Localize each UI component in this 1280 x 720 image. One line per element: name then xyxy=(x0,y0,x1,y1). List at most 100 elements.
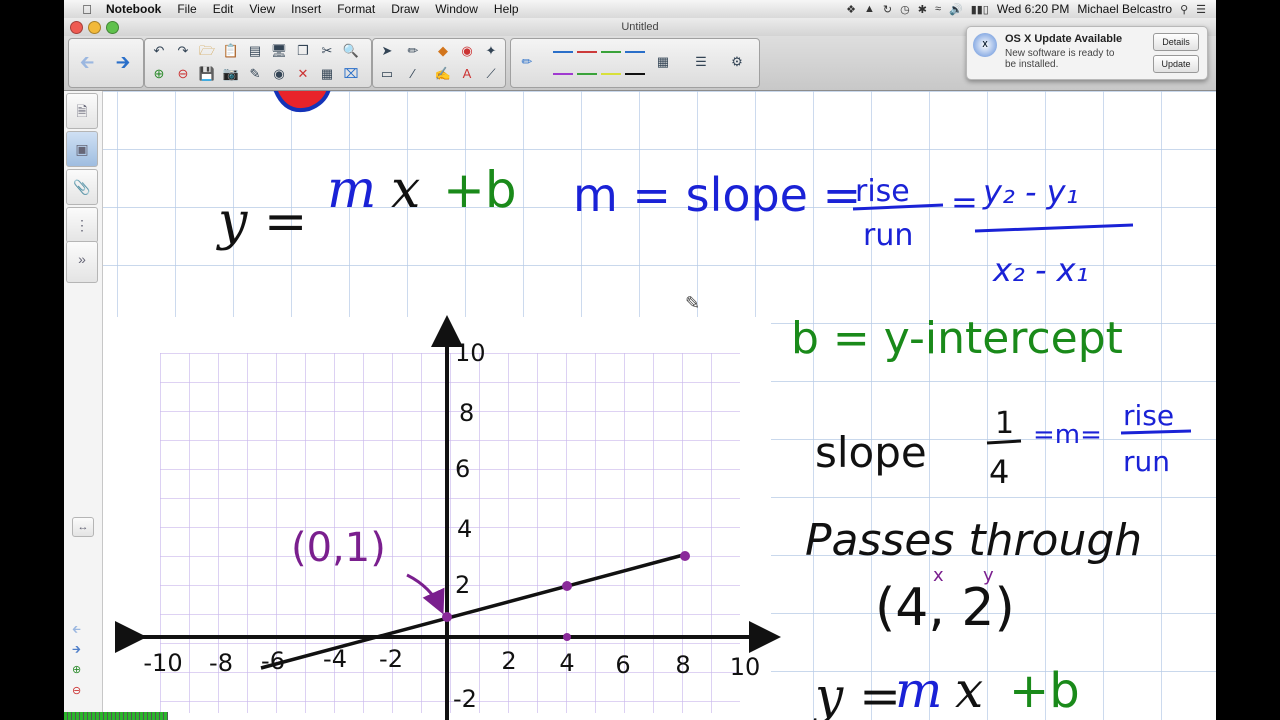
magic-pen-icon[interactable]: ✦ xyxy=(481,41,501,61)
shapes-icon[interactable]: ◆ xyxy=(433,41,453,61)
apple-icon[interactable]:  xyxy=(76,2,98,17)
add-page-side-icon[interactable]: ⊕ xyxy=(72,663,81,676)
spotlight-search-icon[interactable]: ⚲ xyxy=(1180,3,1188,16)
attachments-icon[interactable]: 📎 xyxy=(66,169,98,205)
slope-numerator: 1 xyxy=(995,406,1014,441)
pen-preset-green-2[interactable] xyxy=(577,73,597,75)
open-folder-icon[interactable]: 🗁 xyxy=(197,41,217,61)
sync-icon[interactable]: ↻ xyxy=(883,3,892,16)
slope-word: slope xyxy=(815,428,927,477)
spotlight-icon[interactable]: ◉ xyxy=(269,64,289,84)
camera-icon[interactable]: 📷 xyxy=(221,64,241,84)
drive-icon[interactable]: ▲ xyxy=(864,3,875,15)
rise-run-bar-2 xyxy=(1120,429,1192,435)
line-icon[interactable]: ∕ xyxy=(403,64,423,84)
gallery-icon[interactable]: ▣ xyxy=(66,131,98,167)
creative-pen-icon[interactable]: ✍ xyxy=(433,64,453,84)
zoom-window-icon[interactable] xyxy=(106,21,119,34)
intercept-definition: b = y-intercept xyxy=(791,313,1123,364)
pen-preset-green[interactable] xyxy=(601,51,621,53)
pen-styles-group: ✏ ▦ ☰ ⚙ xyxy=(510,38,760,88)
select-arrow-icon[interactable]: ➤ xyxy=(377,41,397,61)
pen-preset-purple[interactable] xyxy=(553,73,573,75)
forward-arrow-icon[interactable]: 🡲 xyxy=(113,52,133,72)
close-window-icon[interactable] xyxy=(70,21,83,34)
menu-insert[interactable]: Insert xyxy=(283,2,329,16)
menu-draw[interactable]: Draw xyxy=(383,2,427,16)
fullscreen-icon[interactable]: ⌧ xyxy=(341,64,361,84)
prev-page-icon[interactable]: 🡰 xyxy=(72,621,81,640)
color-palette-icon[interactable]: ▦ xyxy=(653,52,673,72)
eraser-icon[interactable]: ▭ xyxy=(377,64,397,84)
menu-window[interactable]: Window xyxy=(427,2,486,16)
properties-icon[interactable]: ⚙ xyxy=(727,52,747,72)
side-panel: 🗎 ▣ 📎 ⋮ » ↔ 🡰 🡲 ⊕ ⊖ xyxy=(64,91,103,720)
menu-view[interactable]: View xyxy=(241,2,283,16)
line-style-icon[interactable]: ☰ xyxy=(691,52,711,72)
menu-file[interactable]: File xyxy=(169,2,204,16)
status-tray: ❖ ▲ ↻ ◷ ✱ ≈ 🔊 ▮▮▯ Wed 6:20 PM Michael Be… xyxy=(846,2,1216,16)
redo-icon[interactable]: ↷ xyxy=(173,41,193,61)
pen-style-icon[interactable]: ✏ xyxy=(517,52,537,72)
pen-preset-blue[interactable] xyxy=(553,51,573,53)
equation-x: x xyxy=(391,160,420,220)
dropbox-icon[interactable]: ❖ xyxy=(846,3,856,16)
x-tick-label: 2 xyxy=(501,647,516,675)
screen-capture-icon[interactable]: ✎ xyxy=(245,64,265,84)
user-name[interactable]: Michael Belcastro xyxy=(1077,2,1172,16)
passes-through-text: Passes through xyxy=(805,515,1142,566)
text-icon[interactable]: A xyxy=(457,64,477,84)
paste-icon[interactable]: 📋 xyxy=(221,41,241,61)
window-title: Untitled xyxy=(621,21,659,33)
pen-icon[interactable]: ✏ xyxy=(403,41,423,61)
magnifier-icon[interactable]: 🔍 xyxy=(341,41,361,61)
update-button[interactable]: Update xyxy=(1153,55,1199,73)
battery-icon[interactable]: ▮▮▯ xyxy=(971,3,989,16)
panel-resize-icon[interactable]: ↔ xyxy=(72,517,94,537)
add-page-icon[interactable]: ⊕ xyxy=(149,64,169,84)
delete-icon[interactable]: ✕ xyxy=(293,64,313,84)
crop-icon[interactable]: ✂ xyxy=(317,41,337,61)
menu-format[interactable]: Format xyxy=(329,2,383,16)
formula-numerator: y₂ - y₁ xyxy=(982,173,1078,211)
fill-icon[interactable]: ◉ xyxy=(457,41,477,61)
next-page-icon[interactable]: 🡲 xyxy=(72,641,81,660)
menu-notebook[interactable]: Notebook xyxy=(98,2,169,16)
clock[interactable]: Wed 6:20 PM xyxy=(997,2,1069,16)
pen-preset-black[interactable] xyxy=(625,73,645,75)
bluetooth-icon[interactable]: ✱ xyxy=(918,3,927,16)
draw-line-icon[interactable]: ⟋ xyxy=(481,64,501,84)
notebook-page[interactable]: y = m x +b m = slope = rise run = y₂ - y… xyxy=(103,91,1216,720)
panel-expand-icon[interactable]: » xyxy=(66,241,98,283)
pen-preset-red[interactable] xyxy=(577,51,597,53)
slope-definition: m = slope = xyxy=(573,168,861,222)
wifi-icon[interactable]: ≈ xyxy=(935,3,941,15)
minimize-window-icon[interactable] xyxy=(88,21,101,34)
time-machine-icon[interactable]: ◷ xyxy=(900,3,910,16)
purple-grid xyxy=(160,353,740,713)
pen-preset-blue-2[interactable] xyxy=(625,51,645,53)
delete-page-icon[interactable]: ⊖ xyxy=(173,64,193,84)
notification-body: New software is ready to be installed. xyxy=(1005,48,1115,70)
save-icon[interactable]: 💾 xyxy=(197,64,217,84)
menu-edit[interactable]: Edit xyxy=(205,2,242,16)
table-icon[interactable]: ▦ xyxy=(317,64,337,84)
pen-preset-yellow[interactable] xyxy=(601,73,621,75)
details-button[interactable]: Details xyxy=(1153,33,1199,51)
properties-tab-icon[interactable]: ⋮ xyxy=(66,207,98,243)
x-tick-label: 4 xyxy=(559,649,574,677)
notification-center-icon[interactable]: ☰ xyxy=(1196,3,1206,16)
volume-icon[interactable]: 🔊 xyxy=(949,3,963,16)
screen-shade-icon[interactable]: ▤ xyxy=(245,41,265,61)
bottom-equation-x: x xyxy=(955,661,983,719)
back-arrow-icon[interactable]: 🡰 xyxy=(77,52,97,72)
point-y-intercept xyxy=(442,612,452,622)
display-icon[interactable]: 🖥 xyxy=(269,41,289,61)
nav-group: 🡰 🡲 xyxy=(68,38,144,88)
undo-icon[interactable]: ↶ xyxy=(149,41,169,61)
copy-icon[interactable]: ❐ xyxy=(293,41,313,61)
menu-help[interactable]: Help xyxy=(486,2,527,16)
page-sorter-icon[interactable]: 🗎 xyxy=(66,93,98,129)
equation-m: m xyxy=(327,160,376,220)
delete-page-side-icon[interactable]: ⊖ xyxy=(72,684,81,697)
